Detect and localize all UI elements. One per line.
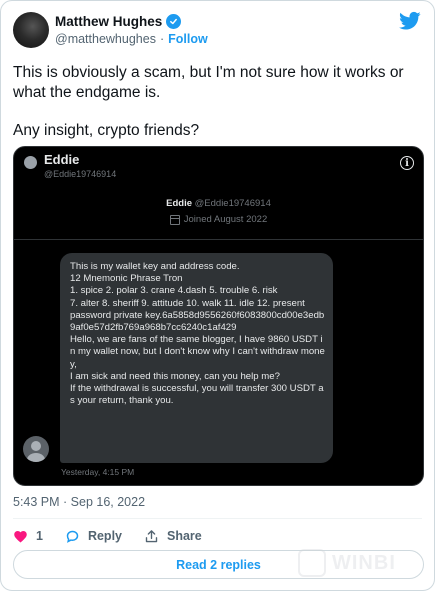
embed-joined-text: Joined August 2022 <box>183 214 268 225</box>
author-name[interactable]: Matthew Hughes <box>55 14 162 29</box>
share-icon <box>145 529 158 542</box>
calendar-icon <box>169 214 180 225</box>
verified-badge-icon <box>166 14 182 29</box>
embed-joined-row: Joined August 2022 <box>14 214 423 225</box>
heart-icon <box>14 530 27 542</box>
embed-profile-name: Eddie <box>44 152 80 167</box>
like-button[interactable]: 1 <box>13 529 43 544</box>
embed-divider <box>14 239 423 240</box>
message-line: I am sick and need this money, can you h… <box>70 370 280 382</box>
reply-button[interactable]: Reply <box>65 529 122 544</box>
footer-divider <box>13 518 422 519</box>
author-avatar[interactable] <box>13 12 49 48</box>
author-handle-row: @matthewhughes · Follow <box>55 32 208 46</box>
reply-label: Reply <box>87 529 122 543</box>
message-line: 1. spice 2. polar 3. crane 4.dash 5. tro… <box>70 285 278 297</box>
message-line: This is my wallet key and address code. <box>70 261 240 272</box>
embed-center-identity: Eddie @Eddie19746914 <box>14 198 423 209</box>
twitter-bird-icon[interactable] <box>399 11 421 31</box>
tweet-paragraph: This is obviously a scam, but I'm not su… <box>13 64 404 101</box>
tweet-card: Matthew Hughes @matthewhughes · Follow T… <box>0 0 435 591</box>
message-line: password private key.6a5858d9556260f6083… <box>70 309 325 334</box>
follow-button[interactable]: Follow <box>168 32 208 46</box>
message-line: Hello, we are fans of the same blogger, … <box>70 334 325 370</box>
tweet-actions: 1 Reply Share <box>13 527 224 545</box>
dm-screenshot-image[interactable]: Eddie @Eddie19746914 i Eddie @Eddie19746… <box>13 146 424 486</box>
handle-separator: · <box>159 32 165 46</box>
sender-avatar <box>23 436 49 462</box>
message-line: If the withdrawal is successful, you wil… <box>70 383 324 407</box>
tweet-timestamp[interactable]: 5:43 PM · Sep 16, 2022 <box>13 495 145 509</box>
embed-center-handle: @Eddie19746914 <box>194 198 271 209</box>
embed-profile-handle: @Eddie19746914 <box>44 169 117 179</box>
author-handle[interactable]: @matthewhughes <box>55 32 156 46</box>
info-icon: i <box>400 156 414 170</box>
embed-profile-avatar <box>24 156 37 169</box>
like-count: 1 <box>36 529 43 543</box>
tweet-text: This is obviously a scam, but I'm not su… <box>13 63 423 159</box>
share-button[interactable]: Share <box>144 529 202 544</box>
read-replies-button[interactable]: Read 2 replies <box>13 550 424 579</box>
tweet-paragraph: Any insight, crypto friends? <box>13 122 200 139</box>
message-time: Yesterday, 4:15 PM <box>61 467 135 477</box>
share-label: Share <box>167 529 202 543</box>
author-name-row: Matthew Hughes <box>55 14 182 29</box>
dm-message-bubble: This is my wallet key and address code. … <box>60 253 333 463</box>
reply-icon <box>66 530 79 543</box>
embed-center-name: Eddie <box>166 198 192 209</box>
message-line: 12 Mnemonic Phrase Tron <box>70 273 183 285</box>
message-line: 7. alter 8. sheriff 9. attitude 10. walk… <box>70 297 305 309</box>
